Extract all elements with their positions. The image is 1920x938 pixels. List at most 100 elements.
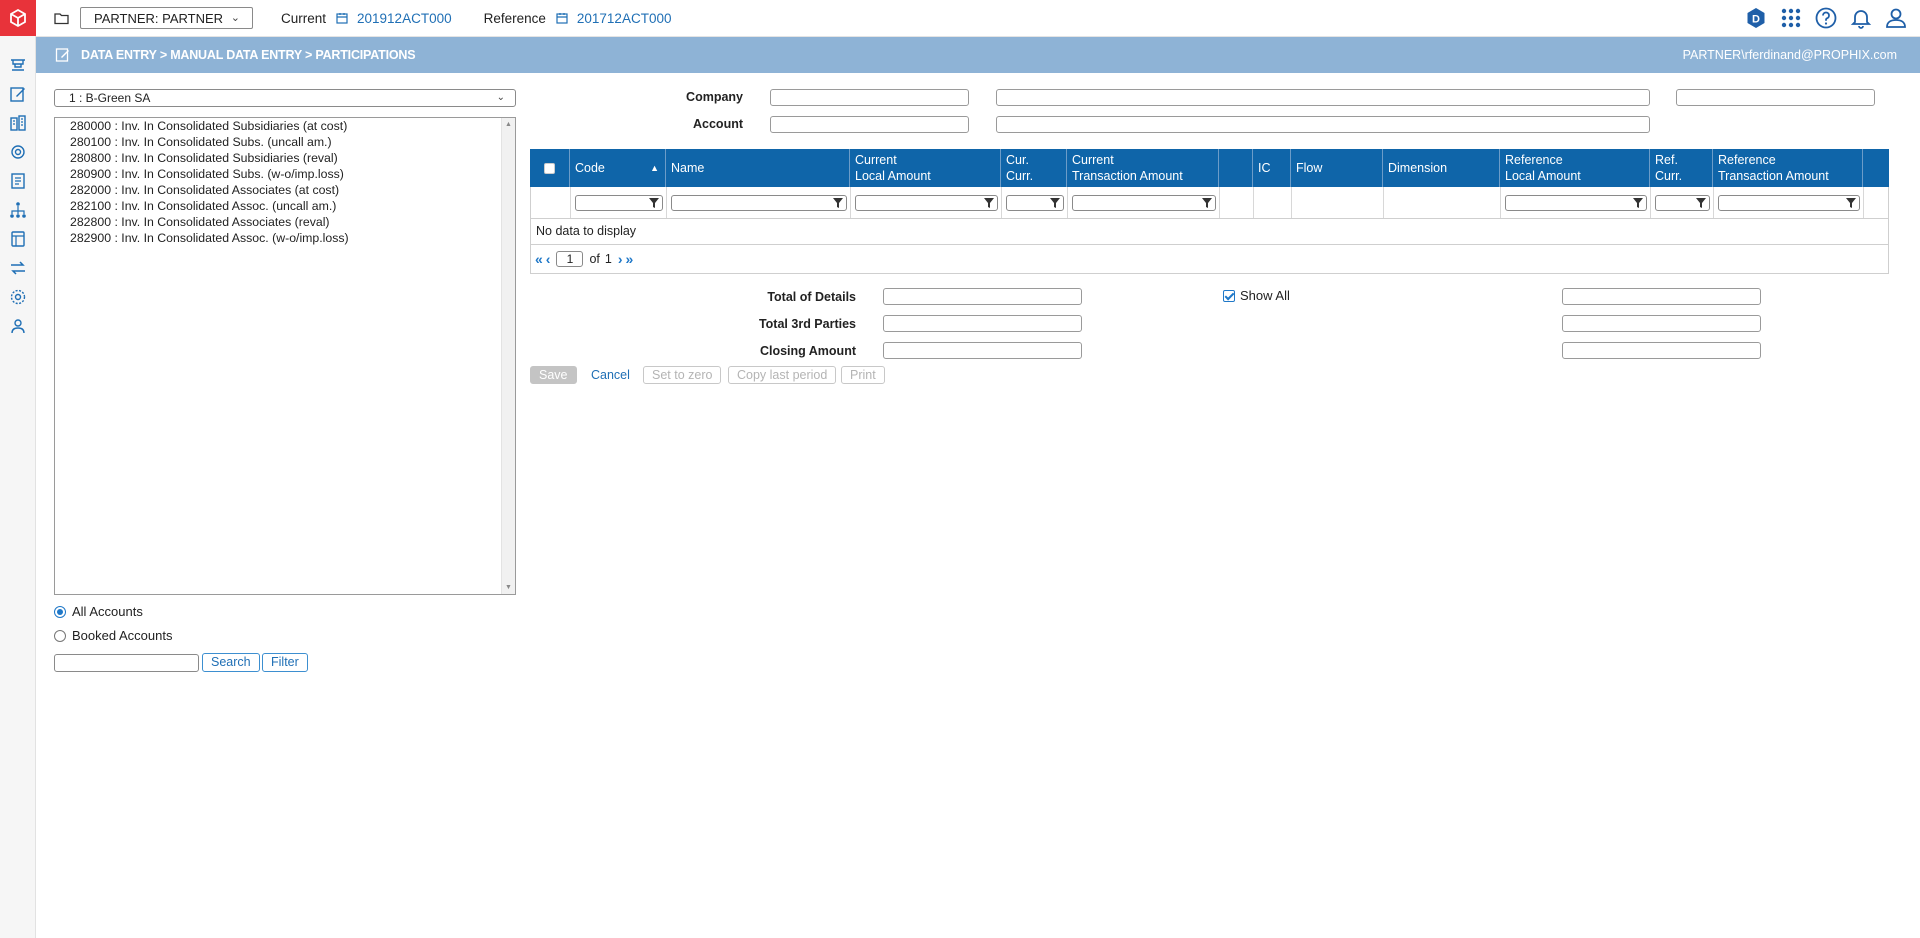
ref-total-details-field[interactable] [1562,288,1761,305]
rail-buildings-icon[interactable] [0,108,36,137]
filter-funnel-icon[interactable] [1696,198,1706,208]
filter-funnel-icon[interactable] [984,198,994,208]
app-logo[interactable] [0,0,36,36]
filter-funnel-icon[interactable] [1846,198,1856,208]
list-item[interactable]: 282800 : Inv. In Consolidated Associates… [55,214,515,230]
list-item[interactable]: 282100 : Inv. In Consolidated Assoc. (un… [55,198,515,214]
print-button[interactable]: Print [841,366,885,384]
help-icon[interactable] [1814,6,1838,30]
cur-curr-filter-input[interactable] [1006,195,1064,211]
participations-grid: Code ▲ Name Current Local Amount Cur. Cu… [530,149,1889,274]
bell-icon[interactable] [1849,6,1873,30]
list-scrollbar[interactable]: ▲ ▼ [501,118,515,594]
radio-all-accounts[interactable]: All Accounts [54,604,143,619]
rail-hierarchy-icon[interactable] [0,195,36,224]
rail-flows-icon[interactable] [0,50,36,79]
current-period-link[interactable]: 201912ACT000 [357,11,452,26]
calendar-icon[interactable] [336,12,348,24]
list-item[interactable]: 280100 : Inv. In Consolidated Subs. (unc… [55,134,515,150]
filter-funnel-icon[interactable] [1633,198,1643,208]
list-item[interactable]: 280900 : Inv. In Consolidated Subs. (w-o… [55,166,515,182]
current-trans-filter-input[interactable] [1072,195,1216,211]
radio-button[interactable] [54,605,66,618]
col-header-current-local[interactable]: Current Local Amount [850,149,1001,187]
calendar-icon[interactable] [556,12,568,24]
rail-users-icon[interactable] [0,311,36,340]
show-all-checkbox[interactable] [1223,290,1235,302]
filter-cell-ic [1254,187,1292,218]
account-name-field[interactable] [996,116,1650,133]
select-all-checkbox[interactable] [544,162,555,174]
apps-grid-icon[interactable] [1779,6,1803,30]
list-item[interactable]: 282900 : Inv. In Consolidated Assoc. (w-… [55,230,515,246]
set-to-zero-button[interactable]: Set to zero [643,366,722,384]
rail-transfer-icon[interactable] [0,253,36,282]
list-item[interactable]: 280000 : Inv. In Consolidated Subsidiari… [55,118,515,134]
ref-local-filter-input[interactable] [1505,195,1647,211]
col-header-ic[interactable]: IC [1253,149,1291,187]
rail-report-icon[interactable] [0,166,36,195]
grid-filter-row [530,187,1889,219]
ref-curr-filter-input[interactable] [1655,195,1710,211]
col-header-cur-curr[interactable]: Cur. Curr. [1001,149,1067,187]
filter-funnel-icon[interactable] [833,198,843,208]
radio-button[interactable] [54,629,66,642]
company-name-field[interactable] [996,89,1650,106]
filter-funnel-icon[interactable] [1202,198,1212,208]
save-button[interactable]: Save [530,366,577,384]
closing-amount-field[interactable] [883,342,1082,359]
next-page-icon[interactable]: › [618,251,623,267]
folder-open-icon[interactable] [54,10,70,26]
account-code-field[interactable] [770,116,969,133]
list-item[interactable]: 280800 : Inv. In Consolidated Subsidiari… [55,150,515,166]
account-list[interactable]: 280000 : Inv. In Consolidated Subsidiari… [54,117,516,595]
hexagon-badge-icon[interactable]: D [1744,6,1768,30]
code-filter-input[interactable] [575,195,663,211]
ref-closing-amount-field[interactable] [1562,342,1761,359]
last-page-icon[interactable]: » [626,251,634,267]
filter-funnel-icon[interactable] [1050,198,1060,208]
name-filter-input[interactable] [671,195,847,211]
search-button[interactable]: Search [202,653,260,672]
scroll-down-icon[interactable]: ▼ [505,584,512,591]
account-search-input[interactable] [54,654,199,672]
ref-total-3rd-field[interactable] [1562,315,1761,332]
reference-period-link[interactable]: 201712ACT000 [577,11,672,26]
company-extra-field[interactable] [1676,89,1875,106]
entity-select[interactable]: 1 : B-Green SA ⌄ [54,89,516,107]
col-header-ref-curr[interactable]: Ref. Curr. [1650,149,1713,187]
filter-cell-ref-trans [1714,187,1864,218]
rail-data-entry-icon[interactable] [0,79,36,108]
list-item[interactable]: 282000 : Inv. In Consolidated Associates… [55,182,515,198]
rail-gear-icon[interactable] [0,282,36,311]
col-header-current-trans[interactable]: Current Transaction Amount [1067,149,1219,187]
company-code-field[interactable] [770,89,969,106]
total-details-field[interactable] [883,288,1082,305]
filter-cell-dimension [1384,187,1501,218]
user-profile-icon[interactable] [1884,6,1908,30]
total-3rd-field[interactable] [883,315,1082,332]
col-header-dimension[interactable]: Dimension [1383,149,1500,187]
col-header-code[interactable]: Code ▲ [570,149,666,187]
filter-button[interactable]: Filter [262,653,308,672]
rail-journal-icon[interactable] [0,224,36,253]
rail-globe-settings-icon[interactable] [0,137,36,166]
partner-select[interactable]: PARTNER: PARTNER ⌄ [80,7,253,29]
filter-funnel-icon[interactable] [649,198,659,208]
col-header-flow[interactable]: Flow [1291,149,1383,187]
ref-trans-filter-input[interactable] [1718,195,1860,211]
page-number-input[interactable]: 1 [556,251,584,267]
radio-booked-accounts[interactable]: Booked Accounts [54,628,172,643]
first-page-icon[interactable]: « [535,251,543,267]
prev-page-icon[interactable]: ‹ [546,251,551,267]
copy-last-period-button[interactable]: Copy last period [728,366,837,384]
grid-empty-message: No data to display [530,219,1889,245]
current-local-filter-input[interactable] [855,195,998,211]
total-3rd-label: Total 3rd Parties [758,317,856,331]
col-header-ref-local[interactable]: Reference Local Amount [1500,149,1650,187]
cancel-button[interactable]: Cancel [582,366,639,384]
col-header-name[interactable]: Name [666,149,850,187]
scroll-up-icon[interactable]: ▲ [505,121,512,128]
col-header-blank [1219,149,1253,187]
col-header-ref-trans[interactable]: Reference Transaction Amount [1713,149,1863,187]
